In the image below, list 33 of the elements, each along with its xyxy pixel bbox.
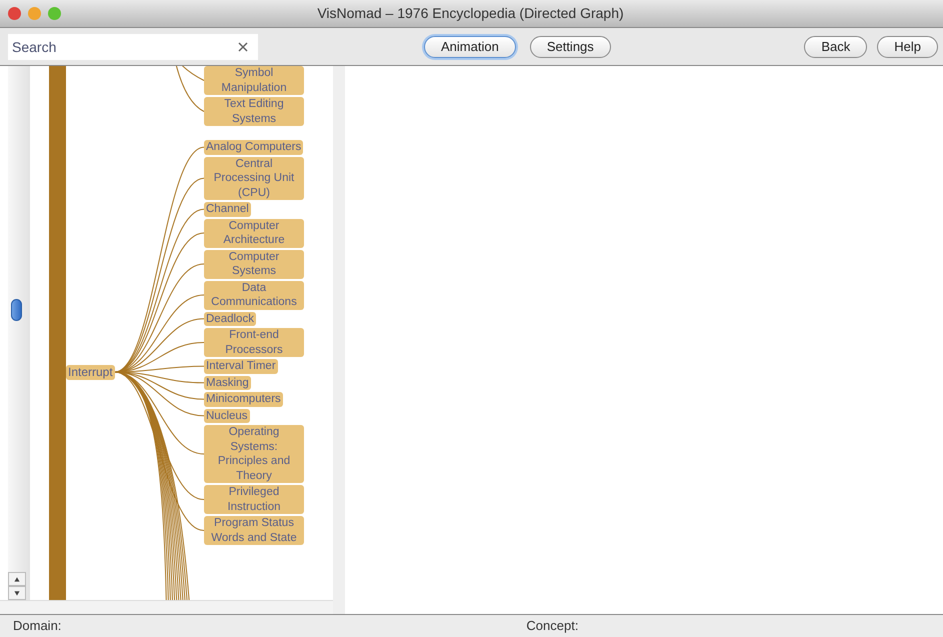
- toolbar-button[interactable]: Animation: [424, 36, 516, 58]
- search-field[interactable]: Search: [8, 34, 258, 60]
- horizontal-scrollbar[interactable]: [0, 600, 333, 614]
- graph-node[interactable]: Privileged Instruction: [204, 485, 304, 514]
- graph-node[interactable]: Computer Architecture: [204, 218, 304, 248]
- graph-node[interactable]: Interval Timer: [204, 359, 278, 374]
- toolbar-button[interactable]: Help: [877, 36, 938, 58]
- graph-node[interactable]: Minicomputers: [204, 392, 283, 406]
- graph-node[interactable]: Operating Systems: Principles and Theory: [204, 425, 304, 483]
- graph-node[interactable]: Analog Computers: [204, 140, 304, 154]
- graph-node[interactable]: Program Status Words and State: [204, 516, 304, 545]
- toolbar-button[interactable]: Back: [804, 36, 868, 58]
- window-title: VisNomad – 1976 Encyclopedia (Directed Graph): [317, 4, 624, 23]
- graph-node[interactable]: Channel: [204, 202, 251, 216]
- scroll-up-icon[interactable]: [8, 572, 26, 586]
- graph-node[interactable]: Central Processing Unit (CPU): [204, 156, 304, 200]
- scroll-down-icon[interactable]: [8, 586, 26, 600]
- graph-node[interactable]: Data Communications: [204, 280, 304, 310]
- toolbar-button[interactable]: Settings: [530, 36, 611, 58]
- graph-node[interactable]: Interrupt: [66, 364, 115, 380]
- zoom-icon[interactable]: [48, 7, 61, 20]
- concept-label: Concept:: [526, 617, 578, 636]
- graph-node[interactable]: Symbol Manipulation: [204, 66, 304, 95]
- graph-node[interactable]: Masking: [204, 376, 251, 390]
- domain-label: Domain:: [13, 617, 62, 636]
- graph-node[interactable]: Nucleus: [204, 408, 250, 423]
- graph-node[interactable]: Computer Systems: [204, 250, 304, 278]
- graph-node[interactable]: Front-end Processors: [204, 328, 304, 357]
- clear-icon[interactable]: [238, 42, 248, 52]
- slider-thumb[interactable]: [11, 299, 22, 321]
- close-icon[interactable]: [8, 7, 21, 20]
- graph-node[interactable]: Deadlock: [204, 312, 256, 326]
- graph-node[interactable]: Text Editing Systems: [204, 97, 304, 126]
